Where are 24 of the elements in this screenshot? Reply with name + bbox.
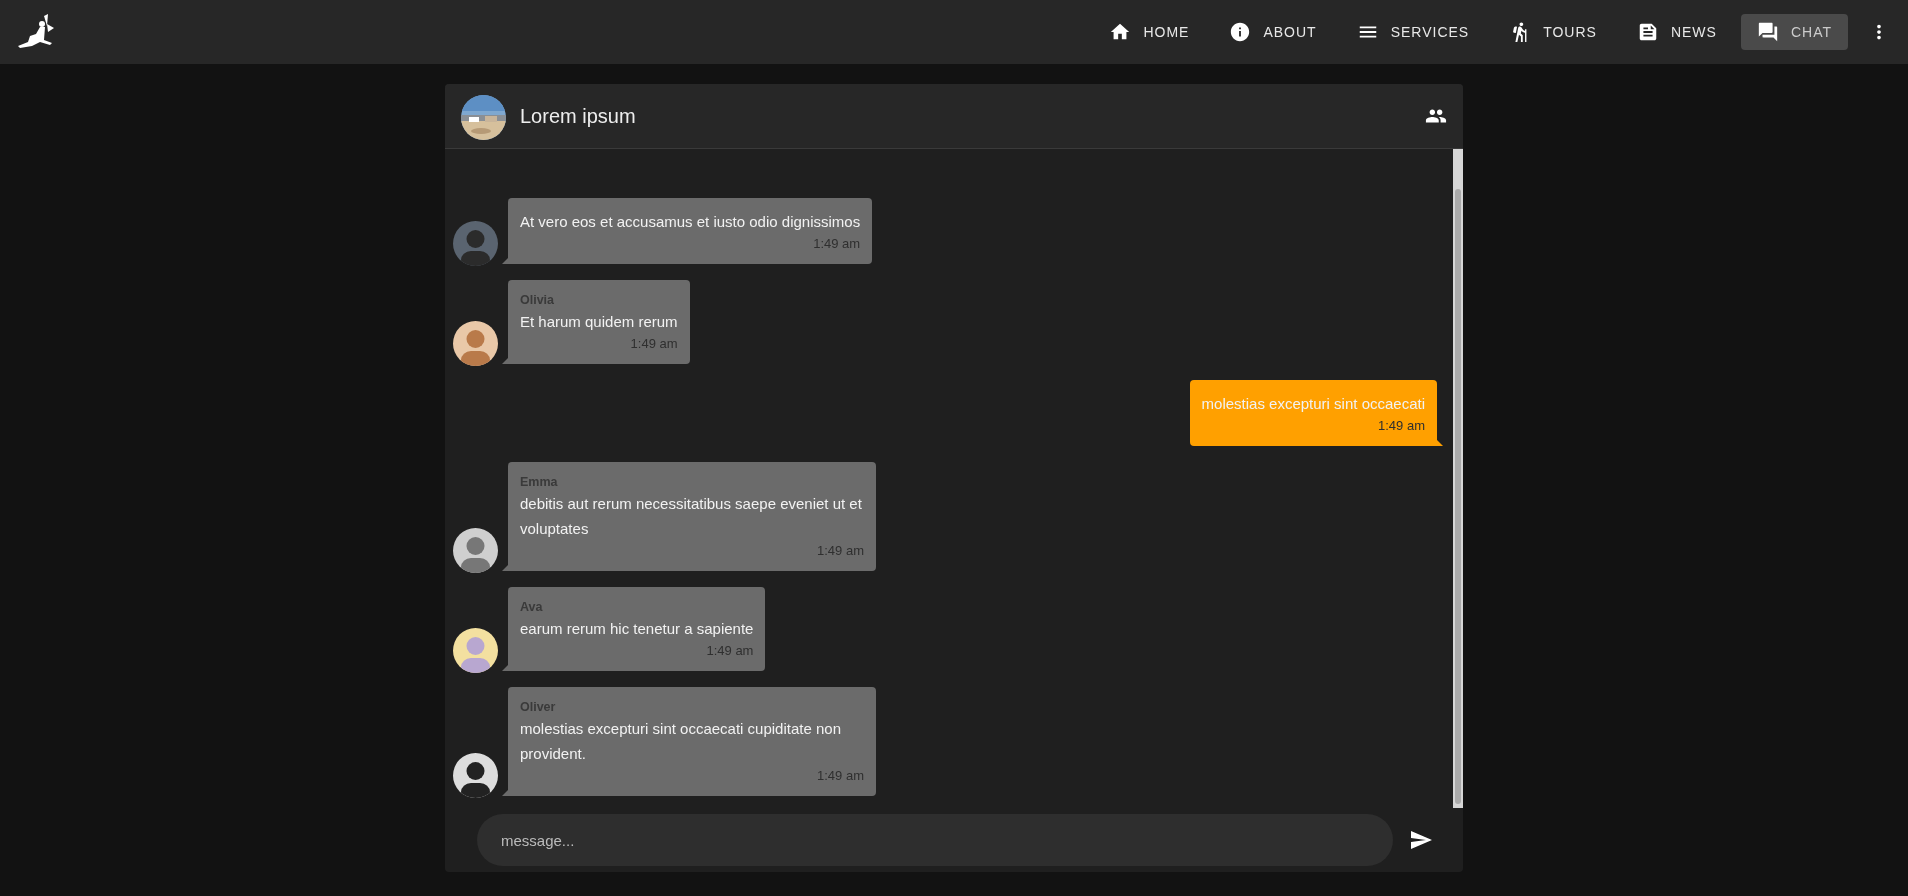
message-text: Et harum quidem rerum	[520, 312, 678, 332]
nav-link[interactable]: CHAT	[1740, 14, 1848, 50]
message-text: molestias excepturi sint occaecati cupiditate non provident.	[520, 719, 842, 764]
message-text: earum rerum hic tenetur a sapiente	[520, 619, 754, 639]
scrollbar[interactable]	[1453, 149, 1463, 808]
message-time: 1:49 am	[812, 235, 861, 253]
nav-link[interactable]: HOME	[1093, 14, 1206, 50]
message-time: 1:49 am	[816, 767, 864, 785]
message-text: molestias excepturi sint occaecati	[1201, 394, 1425, 414]
message-text: debitis aut rerum necessitatibus saepe eveniet ut et voluptates	[520, 494, 863, 539]
message-time: 1:49 am	[1377, 417, 1425, 435]
chat-icon	[1756, 21, 1779, 43]
message-time: 1:49 am	[816, 542, 864, 560]
message-time: 1:49 am	[629, 335, 678, 353]
nav-link[interactable]: SERVICES	[1340, 14, 1486, 50]
message-text: At vero eos et accusamus et iusto odio dignissimos	[520, 212, 861, 232]
chat-title: Lorem ipsum	[520, 104, 637, 128]
message-time: 1:49 am	[705, 642, 754, 660]
nav-link[interactable]: ABOUT	[1213, 14, 1333, 50]
info-icon	[1229, 21, 1252, 43]
scrollbar-thumb[interactable]	[1455, 189, 1461, 804]
nav-link[interactable]: NEWS	[1620, 14, 1733, 50]
nav-link[interactable]: TOURS	[1493, 14, 1613, 50]
message-field[interactable]: message...	[477, 814, 1393, 866]
